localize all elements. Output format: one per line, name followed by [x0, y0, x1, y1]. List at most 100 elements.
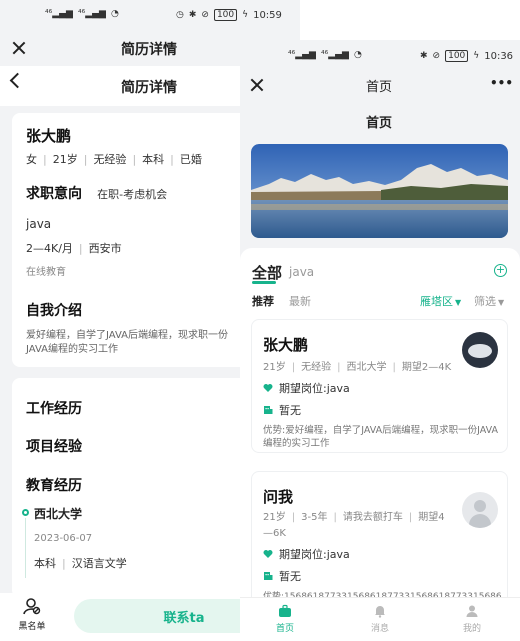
filter-recommend[interactable]: 推荐 — [252, 293, 274, 309]
tab-home[interactable]: 首页 — [265, 604, 305, 634]
bluetooth-icon: ✱ — [188, 10, 197, 20]
edu-major: 汉语言文学 — [71, 557, 127, 570]
project-experience-label[interactable]: 项目经验 — [26, 436, 82, 456]
company-row: 暂无 — [263, 568, 301, 584]
avatar — [462, 332, 498, 368]
timeline-line — [25, 518, 26, 578]
salary: 2—4K/月 — [26, 242, 73, 255]
education-detail: 本科 | 汉语言文学 — [34, 557, 127, 570]
tab-mine[interactable]: 我的 — [452, 604, 492, 634]
age: 21岁 — [52, 153, 78, 166]
heart-icon — [263, 550, 273, 558]
advantage-text: 优势:爱好编程，自学了JAVA后端编程，现求职一份JAVA编程的实习工作 — [263, 425, 499, 449]
bluetooth-icon: ✱ — [420, 51, 428, 61]
mute-icon: ⊘ — [201, 10, 209, 20]
status-right-2: ✱ ⊘ 100 ϟ 10:36 — [420, 50, 513, 62]
more-icon[interactable]: ••• — [490, 76, 513, 90]
edu-degree: 本科 — [34, 557, 56, 570]
add-icon[interactable]: + — [494, 264, 507, 277]
status-time: 10:59 — [253, 9, 282, 21]
education-label[interactable]: 教育经历 — [26, 475, 82, 495]
avatar-body — [469, 514, 491, 528]
triangle-down-icon: ▼ — [498, 298, 505, 307]
signal-icon-2: ⁴⁶▂▄▆ — [77, 9, 106, 19]
info-salary: 期望2—4K — [401, 362, 452, 373]
tab-messages[interactable]: 消息 — [360, 604, 400, 634]
blacklist-icon — [23, 598, 41, 615]
district-label: 雁塔区 — [420, 295, 453, 308]
signal-icon-2: ⁴⁶▂▄▆ — [320, 50, 349, 60]
company-row: 暂无 — [263, 402, 301, 418]
candidate-name: 张大鹏 — [26, 127, 72, 145]
expected-position: 期望岗位:java — [263, 380, 350, 396]
banner-image[interactable] — [251, 144, 508, 238]
mini-title: 简历详情 — [121, 42, 177, 58]
avatar-shape — [468, 344, 492, 358]
battery-icon: 100 — [213, 9, 238, 21]
page-title: 首页 — [366, 116, 393, 131]
tab-keyword[interactable]: java — [289, 265, 314, 279]
status-right: ◷ ✱ ⊘ 100 ϟ 10:59 — [176, 9, 282, 21]
page-title: 简历详情 — [121, 80, 177, 96]
tab-all[interactable]: 全部 — [252, 262, 282, 283]
degree: 本科 — [142, 153, 165, 166]
company-text: 暂无 — [279, 570, 301, 583]
blacklist-label: 黑名单 — [18, 622, 46, 632]
charging-icon: ϟ — [242, 10, 249, 20]
intention-label: 求职意向 — [26, 186, 82, 202]
close-icon[interactable] — [12, 41, 26, 55]
status-bar: ⁴⁶▂▄▆ ⁴⁶▂▄▆ ◔ ◷ ✱ ⊘ 100 ϟ 10:59 — [0, 0, 300, 32]
bell-icon — [375, 606, 385, 618]
tab-mine-label: 我的 — [462, 624, 481, 634]
default-avatar-icon — [462, 492, 498, 528]
tab-all-underline — [252, 281, 276, 284]
charging-icon: ϟ — [473, 51, 480, 61]
info-exp: 3-5年 — [301, 512, 328, 523]
signal-icon: ⁴⁶▂▄▆ — [45, 9, 73, 19]
user-icon — [466, 605, 478, 617]
back-icon[interactable] — [9, 72, 26, 89]
intro-text: 爱好编程，自学了JAVA后端编程，现求职一份JAVA编程的实习工作 — [26, 330, 229, 355]
status-bar-right: ⁴⁶▂▄▆ ⁴⁶▂▄▆ ◔ ✱ ⊘ 100 ϟ 10:36 — [240, 40, 520, 70]
signal-icons-right: ⁴⁶▂▄▆ ⁴⁶▂▄▆ ◔ — [288, 50, 362, 60]
info-age: 21岁 — [263, 362, 286, 373]
intention-status: 在职-考虑机会 — [97, 188, 168, 201]
blacklist-button[interactable]: 黑名单 — [14, 597, 50, 632]
candidate-card[interactable]: 问我 21岁|3-5年|请我去额打车|期望4—6K 期望岗位:java 暂无 优… — [251, 471, 508, 605]
intro-label: 自我介绍 — [26, 303, 82, 319]
marital-status: 已婚 — [179, 153, 202, 166]
district-filter[interactable]: 雁塔区 ▼ — [420, 293, 461, 309]
battery-icon: 100 — [445, 50, 469, 62]
gender: 女 — [26, 153, 37, 166]
info-school: 西北大学 — [346, 362, 387, 373]
filter-latest[interactable]: 最新 — [289, 293, 311, 309]
timeline-dot-icon — [22, 509, 29, 516]
city: 西安市 — [88, 242, 122, 255]
briefcase-icon — [279, 604, 291, 617]
candidate-info: 21岁 | 无经验 | 西北大学 | 期望2—4K — [263, 362, 452, 373]
position-text: 期望岗位:java — [279, 548, 350, 561]
signal-icon: ⁴⁶▂▄▆ — [288, 50, 316, 60]
intention-salary-city: 2—4K/月 | 西安市 — [26, 242, 122, 255]
candidate-name: 张大鹏 — [263, 336, 309, 354]
candidate-name: 问我 — [263, 488, 294, 506]
close-icon[interactable] — [250, 78, 264, 92]
filter-button[interactable]: 筛选 ▼ — [474, 293, 504, 309]
heart-icon — [263, 384, 273, 392]
position-text: 期望岗位:java — [279, 382, 350, 395]
work-experience-label[interactable]: 工作经历 — [26, 398, 82, 418]
status-time: 10:36 — [484, 50, 514, 62]
school-name: 西北大学 — [34, 507, 83, 521]
filter-label: 筛选 — [474, 295, 496, 308]
expected-position: 期望岗位:java — [263, 546, 350, 562]
alarm-icon: ◷ — [176, 10, 184, 20]
building-icon — [264, 572, 273, 580]
mute-icon: ⊘ — [432, 51, 441, 61]
intention-header: 求职意向 在职-考虑机会 — [26, 183, 167, 203]
mini-title: 首页 — [366, 80, 393, 95]
tab-home-label: 首页 — [275, 624, 294, 634]
mini-program-header-right: 首页 ••• — [240, 70, 520, 100]
candidate-card[interactable]: 张大鹏 21岁 | 无经验 | 西北大学 | 期望2—4K 期望岗位:java 暂无 优势:… — [251, 319, 508, 453]
info-school: 请我去额打车 — [342, 512, 403, 523]
home-screen: ⁴⁶▂▄▆ ⁴⁶▂▄▆ ◔ ✱ ⊘ 100 ϟ 10:36 首页 ••• 首页 — [240, 40, 520, 641]
